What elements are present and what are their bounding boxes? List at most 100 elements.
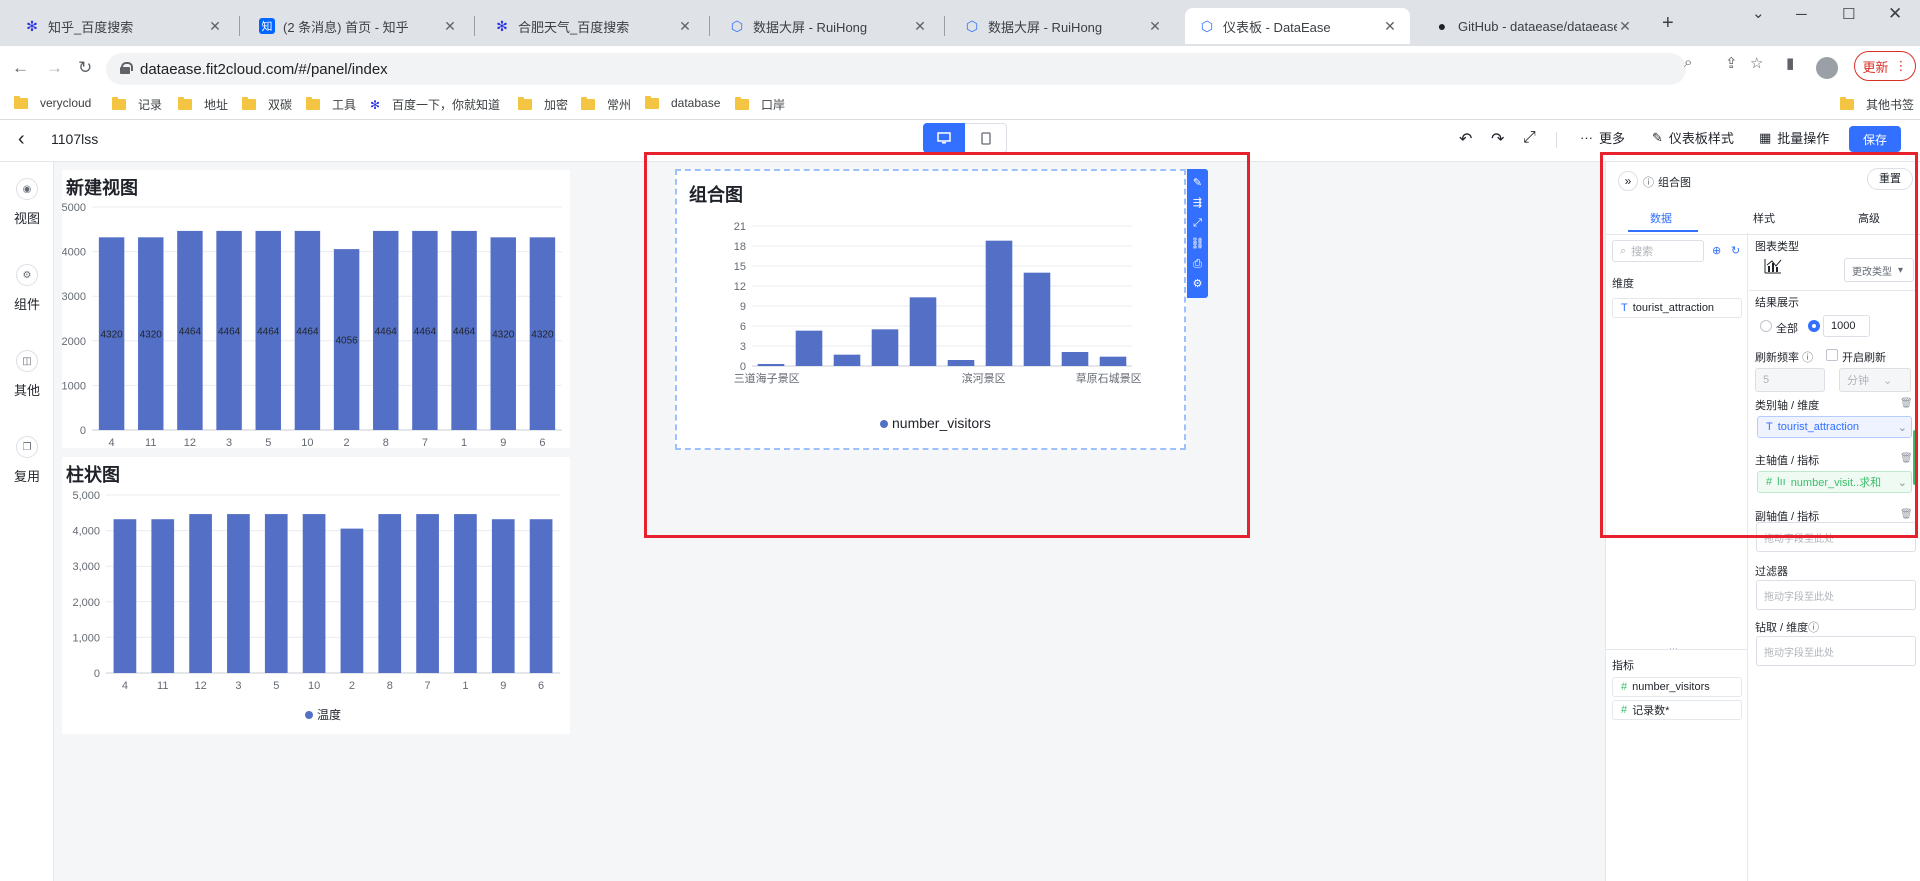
hexagon-icon: ⬡ — [965, 17, 979, 34]
hexagon-icon: ⬡ — [730, 17, 744, 34]
tab-close-icon[interactable]: ✕ — [1147, 18, 1163, 35]
enlarge-icon[interactable]: ⤢ — [1193, 217, 1202, 229]
forward-arrow-icon[interactable]: → — [46, 58, 63, 78]
update-label: 更新 — [1862, 59, 1889, 75]
browser-tab-3[interactable]: ⬡ 数据大屏 - RuiHong ✕ — [715, 8, 940, 44]
more-vert-icon: ⋮ — [1894, 58, 1908, 73]
tab-search-chevron-icon[interactable]: ⌄ — [1752, 4, 1765, 22]
minimize-icon[interactable]: ─ — [1796, 6, 1807, 23]
tab-close-icon[interactable]: ✕ — [677, 18, 693, 35]
x-tick-label: 10 — [308, 680, 320, 692]
dropzone-placeholder: 拖动字段至此处 — [1764, 647, 1834, 659]
y-tick-label: 1,000 — [72, 632, 100, 644]
bookmark-item[interactable]: ✻ 百度一下，你就知道 — [368, 96, 500, 113]
folder-icon — [14, 95, 28, 109]
update-button[interactable]: 更新 ⋮ — [1854, 51, 1916, 81]
other-bookmarks[interactable]: 其他书签 — [1840, 96, 1914, 113]
back-arrow-icon[interactable]: ← — [12, 58, 29, 78]
ellipsis-icon: ··· — [1580, 130, 1593, 145]
field-label: 记录数* — [1632, 705, 1670, 717]
data-label: 4464 — [179, 326, 202, 337]
new-tab-icon[interactable]: + — [1662, 12, 1674, 35]
rail-item-2[interactable]: ◫ 其他 — [0, 350, 54, 399]
side-panel-icon[interactable]: ▮ — [1786, 54, 1794, 72]
export-icon[interactable]: ⎙ — [1193, 258, 1202, 270]
baidu-paw-icon: ✻ — [26, 17, 38, 34]
tab-close-icon[interactable]: ✕ — [207, 18, 223, 35]
mobile-mode-button[interactable] — [965, 123, 1007, 153]
folder-icon — [1840, 97, 1854, 110]
tab-close-icon[interactable]: ✕ — [1617, 18, 1633, 35]
undo-icon[interactable]: ↶ — [1459, 129, 1472, 149]
edit-icon[interactable]: ✎ — [1193, 177, 1202, 189]
chart-card-new-view[interactable]: 新建视图 0 1000 2000 3000 4000 5000 4 4320 11 4320 12 4… — [62, 170, 570, 449]
back-chevron-icon[interactable]: ‹ — [18, 128, 25, 151]
browser-tab-2[interactable]: ✻ 合肥天气_百度搜索 ✕ — [480, 8, 705, 44]
panel-style-button[interactable]: ✎ 仪表板样式 — [1652, 128, 1734, 147]
reload-icon[interactable]: ↻ — [78, 58, 92, 78]
measure-field-number-visitors[interactable]: # number_visitors — [1612, 677, 1742, 697]
bar — [1061, 352, 1089, 366]
browser-tab-6[interactable]: ● GitHub - dataease/dataease: ✕ — [1420, 8, 1645, 44]
chart-card-combo[interactable]: 组合图 0 3 6 9 12 15 18 21 三道海子景区 滨河景区 草原石城景区 number_v… — [675, 169, 1186, 450]
desktop-mode-button[interactable] — [923, 123, 965, 153]
bookmark-item[interactable]: 双碳 — [242, 96, 292, 113]
save-button[interactable]: 保存 — [1849, 126, 1901, 152]
chart-title: 柱状图 — [66, 465, 120, 485]
measure-field-record-count[interactable]: # 记录数* — [1612, 700, 1742, 720]
bookmark-item[interactable]: 加密 — [518, 96, 568, 113]
rail-item-3[interactable]: ❐ 复用 — [0, 436, 54, 485]
drill-icon[interactable]: ⇶ — [1193, 197, 1202, 209]
bar — [1099, 356, 1127, 366]
bookmark-item[interactable]: 常州 — [581, 96, 631, 113]
batch-operation-button[interactable]: ▦ 批量操作 — [1759, 128, 1829, 147]
tab-close-icon[interactable]: ✕ — [912, 18, 928, 35]
y-tick-label: 3000 — [62, 291, 86, 303]
zoom-icon[interactable]: ⌕ — [1684, 54, 1692, 71]
bookmark-star-icon[interactable]: ☆ — [1750, 54, 1763, 72]
fullscreen-icon[interactable]: ⤢ — [1523, 129, 1536, 147]
more-button[interactable]: ··· 更多 — [1580, 128, 1625, 147]
browser-tab-4[interactable]: ⬡ 数据大屏 - RuiHong ✕ — [950, 8, 1175, 44]
bar — [416, 514, 439, 673]
tab-close-icon[interactable]: ✕ — [442, 18, 458, 35]
browser-tab-1[interactable]: 知 (2 条消息) 首页 - 知乎 ✕ — [245, 8, 470, 44]
bar — [340, 528, 364, 673]
hexagon-icon: ⬡ — [1200, 17, 1214, 34]
data-label: 4320 — [531, 330, 554, 341]
profile-avatar[interactable] — [1816, 57, 1838, 79]
bookmark-item[interactable]: database — [645, 95, 720, 110]
more-label: 更多 — [1599, 131, 1626, 146]
bar — [491, 519, 515, 673]
bookmark-item[interactable]: verycloud — [14, 95, 92, 110]
maximize-icon[interactable]: ☐ — [1842, 5, 1855, 23]
bar — [113, 519, 137, 673]
settings-icon[interactable]: ⚙ — [1193, 278, 1203, 290]
drill-dropzone[interactable]: 拖动字段至此处 — [1756, 636, 1916, 666]
linkage-icon[interactable]: ⛓ — [1191, 238, 1205, 250]
tab-separator — [239, 16, 240, 36]
chart-card-bar[interactable]: 柱状图 0 1,000 2,000 3,000 4,000 5,000 4 11 12 3 5 10 2… — [62, 457, 570, 734]
bookmark-item[interactable]: 口岸 — [735, 96, 785, 113]
rail-label: 组件 — [13, 297, 40, 312]
chart-title: 新建视图 — [66, 178, 138, 198]
rail-item-0[interactable]: ◉ 视图 — [0, 178, 54, 227]
grid-icon: ▦ — [1759, 129, 1772, 145]
resize-handle-icon[interactable]: ··· — [1669, 643, 1678, 653]
window-close-icon[interactable]: ✕ — [1888, 4, 1902, 24]
x-tick-label: 12 — [194, 680, 206, 692]
bookmark-item[interactable]: 工具 — [306, 96, 356, 113]
bookmark-label: verycloud — [40, 96, 92, 110]
tab-title: 合肥天气_百度搜索 — [518, 19, 630, 35]
filter-dropzone[interactable]: 拖动字段至此处 — [1756, 580, 1916, 610]
share-icon[interactable]: ⇪ — [1725, 54, 1738, 72]
address-bar[interactable]: dataease.fit2cloud.com/#/panel/index — [106, 53, 1686, 85]
redo-icon[interactable]: ↷ — [1491, 129, 1504, 149]
browser-tab-5[interactable]: ⬡ 仪表板 - DataEase ✕ — [1185, 8, 1410, 44]
rail-item-1[interactable]: ⚙ 组件 — [0, 264, 54, 313]
magic-wand-icon: ✎ — [1652, 129, 1663, 145]
browser-tab-0[interactable]: ✻ 知乎_百度搜索 ✕ — [10, 8, 235, 44]
tab-close-icon[interactable]: ✕ — [1382, 18, 1398, 35]
bookmark-item[interactable]: 记录 — [112, 96, 162, 113]
bookmark-item[interactable]: 地址 — [178, 96, 228, 113]
